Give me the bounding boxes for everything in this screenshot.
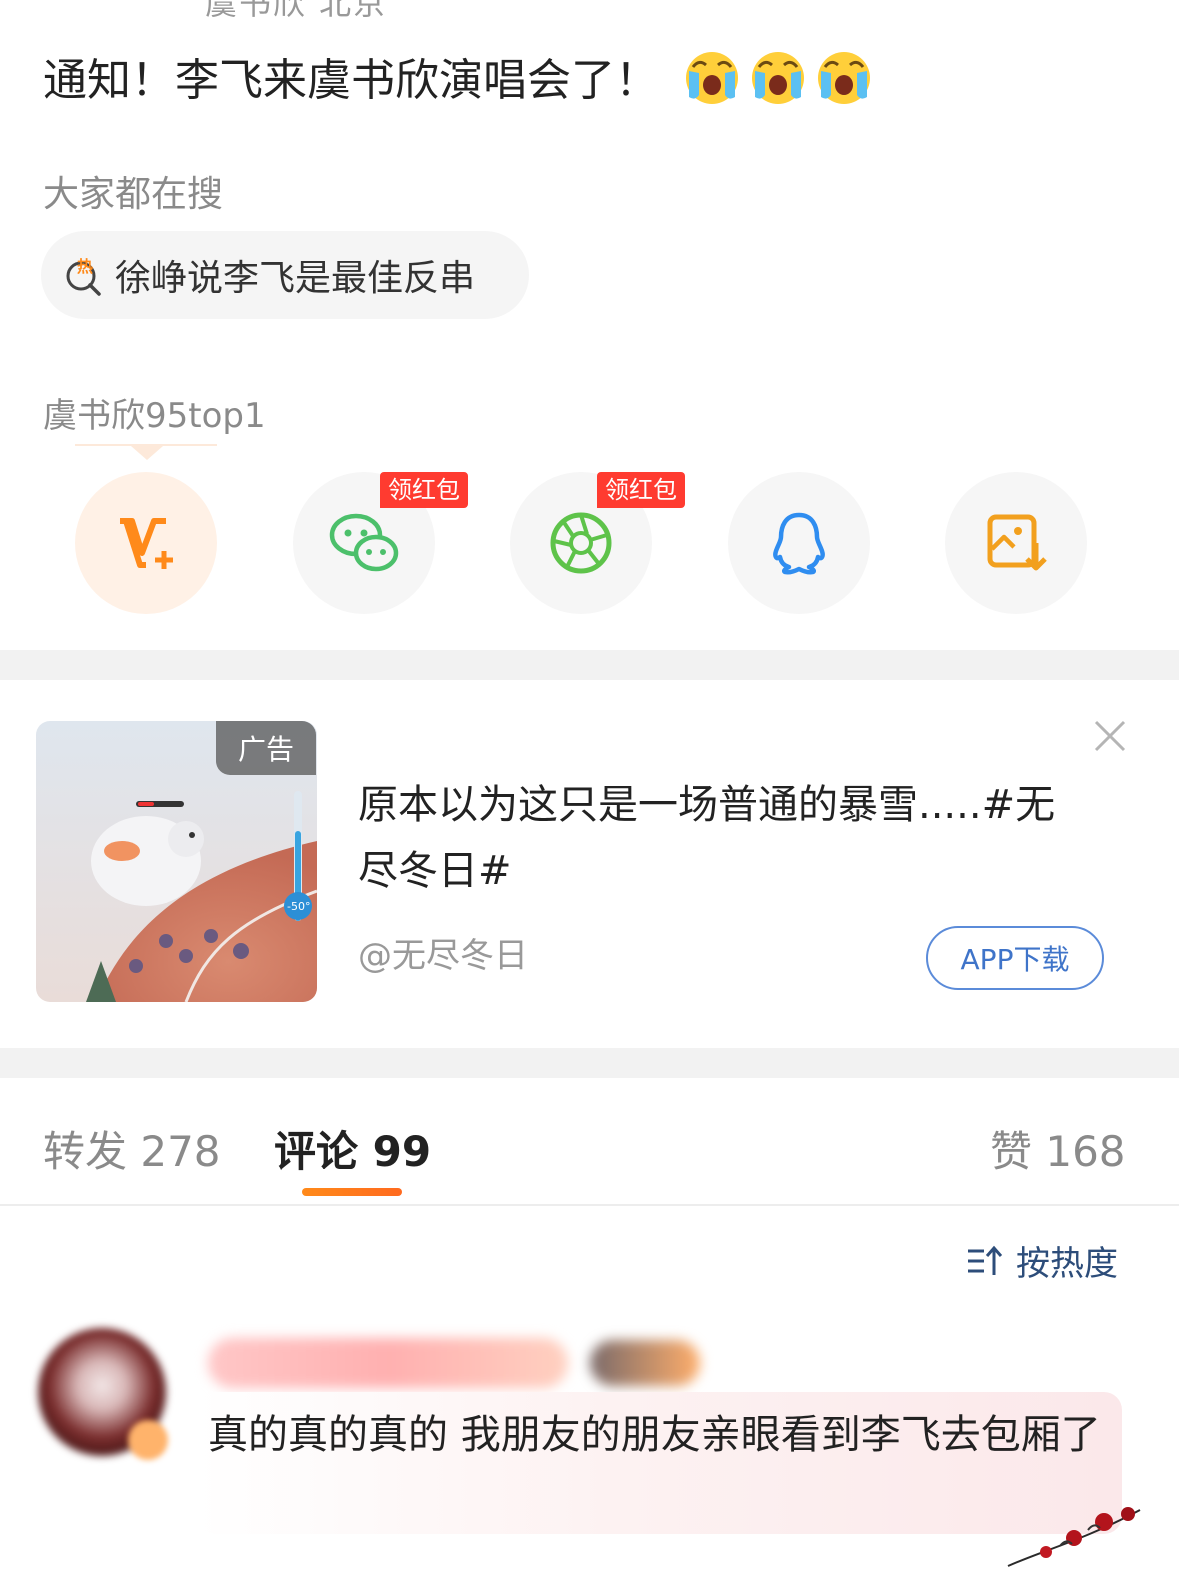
game-meter-text: -50° xyxy=(287,900,310,913)
qq-icon xyxy=(773,512,825,575)
svg-text:热: 热 xyxy=(77,257,93,276)
sort-icon xyxy=(968,1245,1003,1275)
share-vplus-button[interactable] xyxy=(75,472,217,614)
cry-emoji-icon xyxy=(752,52,804,104)
active-tab-indicator xyxy=(302,1188,402,1196)
emoji-group xyxy=(681,45,875,107)
red-packet-badge: 领红包 xyxy=(380,472,468,508)
tab-comment[interactable]: 评论 99 xyxy=(274,1118,431,1179)
ad-card[interactable]: -50° 广告 原本以为这只是一场普通的暴雪.....#无尽冬日# @无尽冬日 … xyxy=(0,680,1179,1048)
avatar-badge xyxy=(128,1420,168,1460)
post-content: 通知！李飞来虞书欣演唱会了！ xyxy=(43,44,875,108)
post-text: 通知！李飞来虞书欣演唱会了！ xyxy=(43,55,659,106)
red-packet-badge: 领红包 xyxy=(597,472,685,508)
app-download-button[interactable]: APP下载 xyxy=(926,926,1104,990)
sort-button[interactable]: 按热度 xyxy=(964,1236,1118,1285)
wechat-icon xyxy=(329,513,399,572)
cry-emoji-icon xyxy=(686,52,738,104)
hot-search-icon: 热 xyxy=(66,257,101,296)
share-qq-button[interactable] xyxy=(728,472,870,614)
ad-tag: 广告 xyxy=(216,721,316,775)
ad-title[interactable]: 原本以为这只是一场普通的暴雪.....#无尽冬日# xyxy=(358,772,1088,904)
weibo-post-page: 虞书欣 北京 通知！李飞来虞书欣演唱会了！ 大家都在搜 热 徐峥说李飞是最佳反串… xyxy=(0,0,1179,1589)
username-blurred[interactable] xyxy=(208,1338,568,1388)
share-indicator-arrow xyxy=(131,446,163,460)
section-divider xyxy=(0,1048,1179,1078)
cry-emoji-icon xyxy=(818,52,870,104)
trending-search-text: 徐峥说李飞是最佳反串 xyxy=(115,258,476,299)
ad-source[interactable]: @无尽冬日 xyxy=(358,928,528,977)
moments-icon xyxy=(550,512,612,574)
interaction-tabs: 转发 278 评论 99 赞 168 xyxy=(0,1078,1179,1206)
section-divider xyxy=(0,650,1179,680)
user-tag-blurred xyxy=(590,1340,700,1386)
tab-repost[interactable]: 转发 278 xyxy=(43,1118,221,1179)
tab-like[interactable]: 赞 168 xyxy=(990,1118,1126,1179)
rose-decoration-icon xyxy=(1007,1507,1141,1567)
vplus-icon xyxy=(120,518,173,569)
share-save-image-button[interactable] xyxy=(945,472,1087,614)
hashtag-label[interactable]: 虞书欣95top1 xyxy=(43,388,266,437)
trending-search-title: 大家都在搜 xyxy=(43,174,224,215)
trending-search-chip[interactable]: 热 徐峥说李飞是最佳反串 xyxy=(41,231,529,319)
close-icon[interactable] xyxy=(1092,718,1128,754)
post-meta-cropped: 虞书欣 北京 xyxy=(205,0,388,22)
comment-text[interactable]: 真的真的真的 我朋友的朋友亲眼看到李飞去包厢了 xyxy=(208,1402,1108,1468)
save-image-icon xyxy=(987,514,1047,571)
sort-label: 按热度 xyxy=(1016,1244,1118,1284)
